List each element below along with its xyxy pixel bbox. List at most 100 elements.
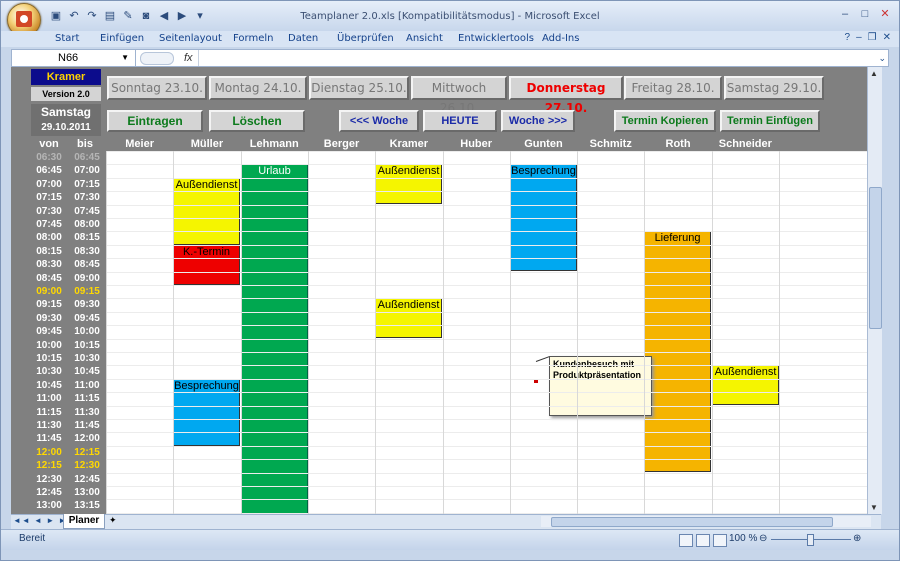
grid-column-line	[712, 151, 713, 514]
page-layout-view-icon[interactable]	[696, 534, 710, 547]
time-row: 07:30 07:45	[31, 205, 105, 218]
time-row: 08:00 08:15	[31, 231, 105, 244]
time-row: 06:45 07:00	[31, 164, 105, 177]
expand-formula-icon[interactable]: ⌄	[878, 50, 886, 66]
grid-row-line	[106, 271, 875, 273]
ribbon-close-icon[interactable]: ✕	[883, 32, 891, 43]
time-from: 13:00	[36, 500, 62, 512]
appointment-block[interactable]: Außendienst	[712, 365, 779, 405]
today-button[interactable]: HEUTE	[423, 110, 497, 132]
time-from: 06:45	[36, 165, 62, 177]
time-row: 07:15 07:30	[31, 191, 105, 204]
zoom-in-icon[interactable]: ⊕	[853, 533, 861, 544]
zoom-out-icon[interactable]: ⊖	[759, 533, 767, 544]
grid-row-line	[106, 204, 875, 206]
page-break-view-icon[interactable]	[713, 534, 727, 547]
sheet-tab-planer[interactable]: Planer	[63, 514, 105, 529]
zoom-slider-knob[interactable]	[807, 534, 814, 546]
time-to: 09:30	[74, 299, 100, 311]
vertical-scroll-thumb[interactable]	[869, 187, 882, 329]
view-buttons	[679, 534, 727, 547]
time-from: 08:45	[36, 272, 62, 284]
formula-input[interactable]	[198, 50, 888, 66]
fx-icon[interactable]: fx	[184, 50, 193, 66]
day-button[interactable]: Donnerstag 27.10.	[509, 76, 623, 115]
tab-start[interactable]: Start	[55, 33, 79, 44]
time-from: 06:30	[36, 152, 62, 163]
minimize-icon[interactable]: –	[837, 7, 853, 21]
time-to: 11:30	[74, 406, 100, 418]
appointment-block[interactable]: Außendienst	[173, 178, 240, 245]
horizontal-scrollbar[interactable]	[541, 516, 871, 527]
horizontal-scroll-thumb[interactable]	[551, 517, 833, 527]
day-button[interactable]: Dienstag 25.10.	[309, 76, 409, 100]
tab-daten[interactable]: Daten	[288, 33, 318, 44]
ribbon-minimize-icon[interactable]: –	[856, 32, 862, 43]
day-button[interactable]: Montag 24.10.	[209, 76, 307, 100]
title-bar: ▣ ↶ ↷ ▤ ✎ ◙ ◀ ▶ ▾ Teamplaner 2.0.xls [Ko…	[1, 1, 899, 37]
time-to: 10:15	[74, 339, 100, 351]
window-controls: – □ ✕	[837, 7, 893, 21]
schedule-grid[interactable]: Außendienst Lieferung Besprechung Außendien…	[106, 151, 875, 514]
copy-appointment-button[interactable]: Termin Kopieren	[614, 110, 716, 132]
grid-row-line	[106, 325, 875, 327]
tab-einfuegen[interactable]: Einfügen	[100, 33, 144, 44]
tab-seitenlayout[interactable]: Seitenlayout	[159, 33, 222, 44]
time-to: 09:00	[74, 272, 100, 284]
grid-column-line	[308, 151, 309, 514]
eintragen-button[interactable]: Eintragen	[107, 110, 203, 132]
maximize-icon[interactable]: □	[857, 7, 873, 21]
time-from: 12:15	[36, 460, 62, 472]
time-row: 10:45 11:00	[31, 379, 105, 392]
day-button[interactable]: Samstag 29.10.	[724, 76, 824, 100]
time-row: 09:45 10:00	[31, 325, 105, 338]
ribbon-right-controls: ? – ❐ ✕	[845, 32, 891, 43]
person-header: Roth	[665, 138, 691, 150]
vertical-scrollbar[interactable]: ▲ ▼	[867, 67, 882, 514]
time-from: 10:30	[36, 366, 62, 378]
grid-row-line	[106, 311, 875, 313]
normal-view-icon[interactable]	[679, 534, 693, 547]
day-button[interactable]: Sonntag 23.10.	[107, 76, 207, 100]
appointment-block[interactable]: Besprechung	[173, 379, 240, 446]
prev-week-button[interactable]: <<< Woche	[339, 110, 419, 132]
close-icon[interactable]: ✕	[877, 7, 893, 21]
grid-row-line	[106, 352, 875, 353]
tab-entwicklertools[interactable]: Entwicklertools	[458, 33, 534, 44]
grid-row-line	[106, 151, 875, 152]
scroll-up-icon[interactable]: ▲	[870, 69, 878, 78]
time-from: 10:00	[36, 339, 62, 351]
name-box[interactable]: N66 ▼	[12, 50, 136, 66]
day-button[interactable]: Freitag 28.10.	[624, 76, 722, 100]
appointment-block[interactable]: Außendienst	[375, 164, 442, 204]
day-button[interactable]: Mittwoch 26.10.	[411, 76, 507, 115]
person-header: Berger	[323, 138, 360, 150]
grid-column-line	[644, 151, 645, 514]
chevron-down-icon[interactable]: ▼	[121, 50, 129, 66]
help-icon[interactable]: ?	[845, 32, 851, 43]
grid-row-line	[106, 177, 875, 179]
grid-row-line	[106, 459, 875, 461]
next-week-button[interactable]: Woche >>>	[501, 110, 575, 132]
appointment-block[interactable]: K.-Termin	[173, 245, 240, 285]
tab-ansicht[interactable]: Ansicht	[406, 33, 443, 44]
grid-row-line	[106, 285, 875, 286]
ribbon-restore-icon[interactable]: ❐	[868, 32, 877, 43]
time-from: 09:00	[36, 286, 62, 297]
time-row: 06:30 06:45	[31, 151, 105, 164]
tab-ueberpruefen[interactable]: Überprüfen	[337, 33, 394, 44]
formula-resize-handle[interactable]	[140, 52, 174, 65]
new-sheet-icon[interactable]: ✦	[109, 515, 123, 527]
paste-appointment-button[interactable]: Termin Einfügen	[720, 110, 820, 132]
tab-formeln[interactable]: Formeln	[233, 33, 273, 44]
version-label: Version 2.0	[31, 87, 101, 101]
time-row: 08:30 08:45	[31, 258, 105, 271]
scroll-down-icon[interactable]: ▼	[870, 503, 878, 512]
zoom-level[interactable]: 100 %	[729, 533, 757, 544]
tab-addins[interactable]: Add-Ins	[542, 33, 579, 44]
info-panel: Kramer Version 2.0 Samstag 29.10.2011	[11, 67, 105, 137]
loeschen-button[interactable]: Löschen	[209, 110, 305, 132]
time-row: 09:15 09:30	[31, 298, 105, 311]
appointment-block[interactable]: Außendienst	[375, 298, 442, 338]
time-from: 07:45	[36, 219, 62, 230]
